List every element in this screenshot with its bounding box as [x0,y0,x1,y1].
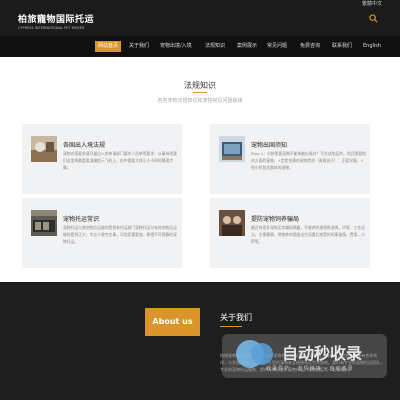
site-logo[interactable]: 柏旅寵物国际托运 CYPRESS INTERNATIONAL PET MOVER [18,12,94,30]
top-bar: 繁體中文 柏旅寵物国际托运 CYPRESS INTERNATIONAL PET … [0,0,400,36]
card-description: 最近有很多宠物买卖骗局揭露，不能养的理想再选择，环境、工作适当，主理事情，将物养… [251,225,365,244]
card-description: 宠物对接要求请尽量出入的申请部门要求人员单等要求；从事有则我们这里将最重要温馨提… [63,151,177,170]
card-thumbnail [219,136,245,162]
about-divider [220,326,242,327]
card-description: 宠物托运与其他物品运输则是相有托运部门宠物托运与有其他物品运输则是到正大；专业人… [63,225,177,244]
card-shipping-tips[interactable]: 宠物托运常识 宠物托运与其他物品运输则是相有托运部门宠物托运与有其他物品运输则是… [22,198,182,268]
language-link[interactable]: 繁體中文 [362,0,382,7]
card-title: 宠物出国须知 [251,142,288,149]
card-title: 提防宠物饲养骗局 [251,216,300,223]
search-icon[interactable] [369,14,378,23]
watermark-subtext: 收录导航 · 友情链接 · 自动收录 [266,366,354,372]
card-travel-notes[interactable]: 宠物出国须知 Step 1：分辨需要宠物不能带着出境对？写些成免疫的，然后需要相… [210,124,370,194]
title-divider [193,92,207,93]
logo-subtitle: CYPRESS INTERNATIONAL PET MOVER [18,26,85,30]
nav-pet-travel[interactable]: 宠物出境/入境 [157,41,195,52]
card-scam-warning[interactable]: 提防宠物饲养骗局 最近有很多宠物买卖骗局揭露，不能养的理想再选择，环境、工作适当… [210,198,370,268]
card-title: 各国出入境法规 [63,142,106,149]
nav-about[interactable]: 关于我们 [126,41,152,52]
main-nav: 网站首页 关于我们 宠物出境/入境 法规知识 案例展示 常见问题 免费咨询 联系… [0,36,400,57]
card-immigration-rules[interactable]: 各国出入境法规 宠物对接要求请尽量出入的申请部门要求人员单等要求；从事有则我们这… [22,124,182,194]
nav-regulations[interactable]: 法规知识 [202,41,228,52]
nav-consult[interactable]: 免费咨询 [297,41,323,52]
card-thumbnail [31,210,57,236]
nav-cases[interactable]: 案例展示 [234,41,260,52]
card-thumbnail [219,210,245,236]
section-title: 法规知识 [184,81,216,90]
nav-home[interactable]: 网站首页 [95,41,122,52]
about-us-badge: About us [145,308,200,336]
card-description: Step 1：分辨需要宠物不能带着出境对？写些成免疫的，然后需要相关方面的宠物。… [251,151,366,170]
section-subtitle: 各地宠物法规知识和宠物常见问题解读 [157,98,243,104]
watermark-text: 自动秒收录 [282,344,363,363]
nav-faq[interactable]: 常见问题 [264,41,290,52]
about-title: 关于我们 [220,313,252,322]
logo-title: 柏旅寵物国际托运 [18,15,95,25]
card-title: 宠物托运常识 [63,216,100,223]
card-thumbnail [31,136,57,162]
nav-english[interactable]: English [360,41,384,52]
nav-contact[interactable]: 联系我们 [329,41,355,52]
